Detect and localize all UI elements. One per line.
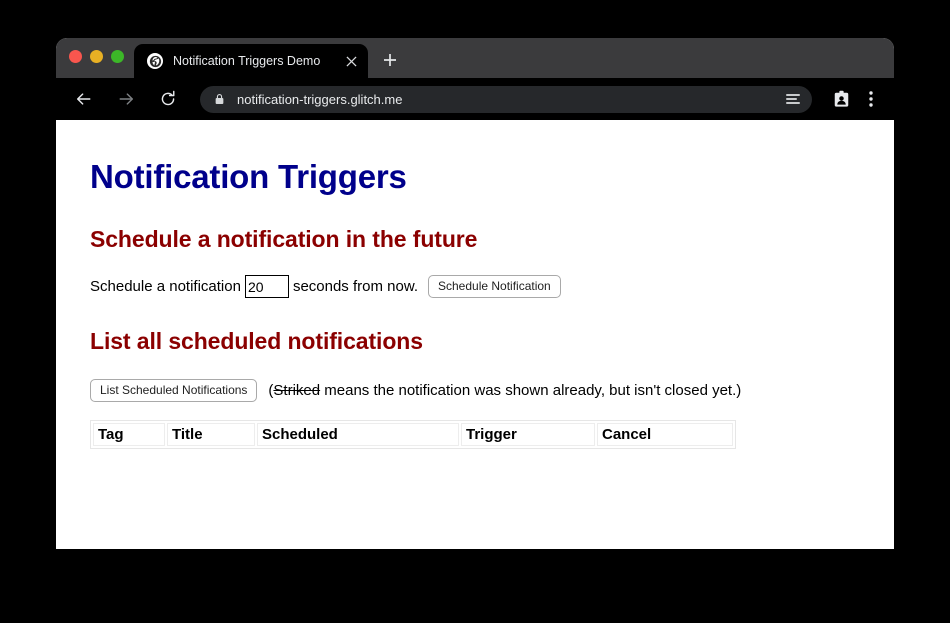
list-controls-row: List Scheduled Notifications (Striked me… <box>90 379 860 402</box>
column-header-title: Title <box>167 423 255 446</box>
reload-icon[interactable] <box>154 85 182 113</box>
three-dot-menu-icon[interactable] <box>858 86 884 112</box>
window-controls <box>69 50 124 63</box>
list-hint-text: (Striked means the notification was show… <box>268 382 741 399</box>
globe-icon <box>147 53 163 69</box>
profile-card-icon[interactable] <box>828 86 854 112</box>
forward-arrow-icon[interactable] <box>112 85 140 113</box>
column-header-cancel: Cancel <box>597 423 733 446</box>
notifications-table-head: Tag Title Scheduled Trigger Cancel <box>93 423 733 446</box>
browser-tab-active[interactable]: Notification Triggers Demo <box>134 44 368 78</box>
column-header-scheduled: Scheduled <box>257 423 459 446</box>
notifications-table: Tag Title Scheduled Trigger Cancel <box>90 420 736 449</box>
browser-tab-strip: Notification Triggers Demo <box>56 38 894 78</box>
window-maximize-button[interactable] <box>111 50 124 63</box>
schedule-text-before: Schedule a notification <box>90 278 241 295</box>
browser-toolbar: notification-triggers.glitch.me <box>56 78 894 120</box>
address-bar[interactable]: notification-triggers.glitch.me <box>200 85 812 113</box>
schedule-form-row: Schedule a notification seconds from now… <box>90 275 860 298</box>
hint-striked-word: Striked <box>273 382 321 399</box>
window-minimize-button[interactable] <box>90 50 103 63</box>
page-title: Notification Triggers <box>90 158 407 195</box>
schedule-notification-button[interactable]: Schedule Notification <box>428 275 561 298</box>
list-section-heading: List all scheduled notifications <box>90 328 423 354</box>
address-bar-url: notification-triggers.glitch.me <box>237 91 403 107</box>
column-header-trigger: Trigger <box>461 423 595 446</box>
back-arrow-icon[interactable] <box>70 85 98 113</box>
schedule-text-after: seconds from now. <box>292 278 418 295</box>
hint-suffix: means the notification was shown already… <box>320 382 742 399</box>
page-viewport: Notification Triggers Schedule a notific… <box>56 120 894 549</box>
window-close-button[interactable] <box>69 50 82 63</box>
close-icon[interactable] <box>340 50 362 72</box>
browser-window: Notification Triggers Demo notification-… <box>56 38 894 549</box>
omnibox-menu-icon[interactable] <box>786 91 802 107</box>
table-header-row: Tag Title Scheduled Trigger Cancel <box>93 423 733 446</box>
new-tab-button[interactable] <box>378 48 402 72</box>
list-scheduled-notifications-button[interactable]: List Scheduled Notifications <box>90 379 258 402</box>
seconds-input[interactable] <box>244 275 289 298</box>
lock-icon <box>213 93 226 106</box>
schedule-section-heading: Schedule a notification in the future <box>90 226 478 252</box>
browser-tab-title: Notification Triggers Demo <box>173 54 321 68</box>
column-header-tag: Tag <box>93 423 165 446</box>
